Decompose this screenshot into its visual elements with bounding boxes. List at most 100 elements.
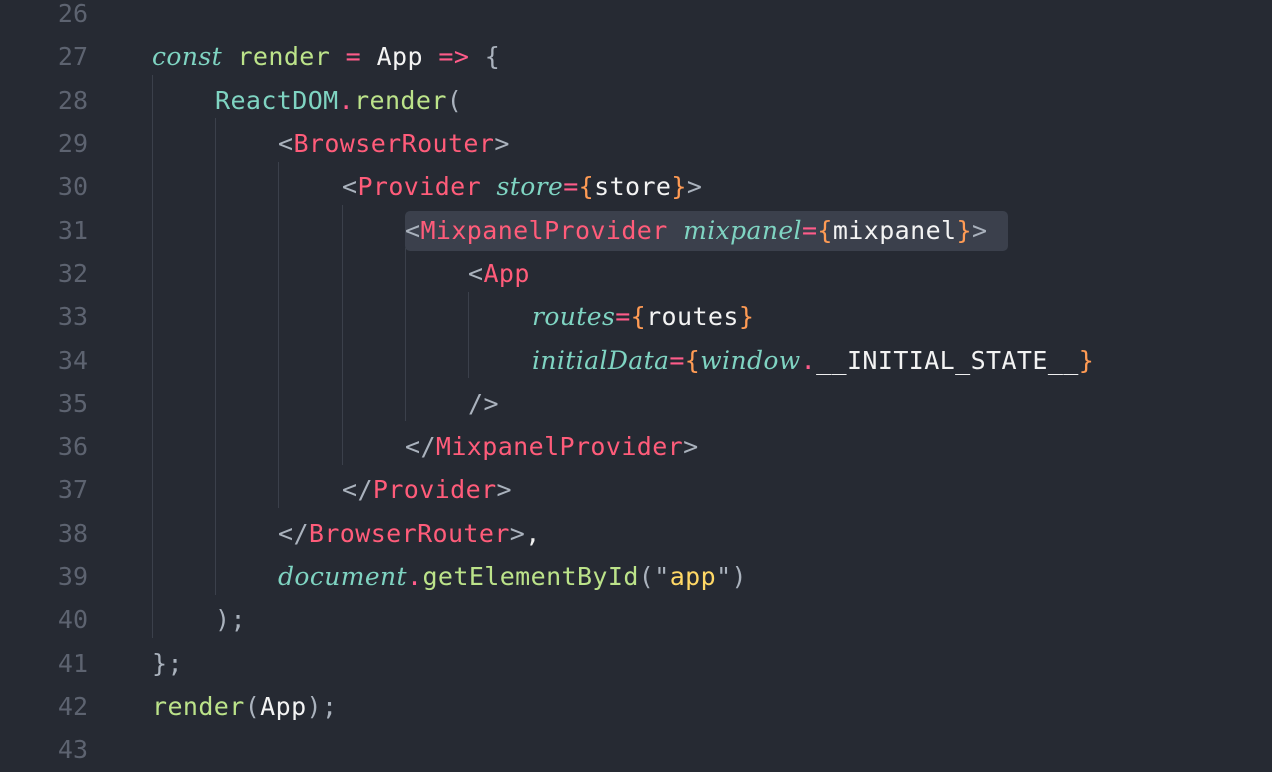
- token-op: =: [345, 42, 362, 72]
- token-brace: {: [630, 302, 647, 332]
- token-var: __INITIAL_STATE__: [816, 345, 1079, 375]
- token-fn: getElementById: [422, 562, 639, 592]
- code-text: </BrowserRouter>,: [278, 519, 541, 549]
- code-line[interactable]: 32 <App: [0, 252, 1272, 295]
- token-punc: (: [638, 562, 655, 592]
- code-line[interactable]: 42 render(App);: [0, 685, 1272, 728]
- token-punc: (: [446, 85, 463, 115]
- token-op: =: [563, 172, 579, 202]
- token-op: =: [669, 345, 685, 375]
- code-line[interactable]: 43: [0, 729, 1272, 772]
- token-punc: >: [494, 129, 510, 159]
- token-op: .: [338, 85, 355, 115]
- code-text: render(App);: [152, 692, 337, 722]
- token-punc: ): [731, 562, 747, 592]
- token-tag: Provider: [357, 172, 482, 202]
- token-var: store: [594, 172, 672, 202]
- token-punc: </: [278, 518, 309, 548]
- line-number: 38: [57, 518, 88, 548]
- token-punc: ": [716, 562, 732, 592]
- code-line[interactable]: 34 initialData={window.__INITIAL_STATE__}: [0, 339, 1272, 382]
- token-punc: ": [654, 562, 670, 592]
- code-line[interactable]: 28 ReactDOM.render(: [0, 79, 1272, 122]
- code-editor[interactable]: 26 27 const render = App => {28 ReactDOM.re…: [0, 0, 1272, 764]
- token-punc: );: [306, 691, 338, 721]
- code-line[interactable]: 33 routes={routes}: [0, 296, 1272, 339]
- code-line[interactable]: 27 const render = App => {: [0, 36, 1272, 79]
- token-str: app: [669, 562, 717, 592]
- code-text: routes={routes}: [532, 302, 754, 332]
- token-punc: {: [484, 42, 501, 72]
- token-punc: (: [244, 691, 261, 721]
- code-text: </Provider>: [342, 475, 512, 505]
- line-number: 37: [57, 475, 88, 505]
- token-brace: }: [1078, 345, 1095, 375]
- token-kw: const: [152, 42, 223, 72]
- token-fn: render: [354, 85, 447, 115]
- token-brace: {: [684, 345, 701, 375]
- code-line[interactable]: 29 <BrowserRouter>: [0, 122, 1272, 165]
- token-op: =: [615, 302, 631, 332]
- token-var: App: [260, 691, 307, 721]
- code-text: <MixpanelProvider mixpanel={mixpanel}>: [405, 216, 987, 246]
- code-text: <Provider store={store}>: [342, 172, 702, 202]
- token-op: .: [800, 345, 817, 375]
- code-line[interactable]: 39 document.getElementById("app"): [0, 555, 1272, 598]
- code-line[interactable]: 40);: [0, 599, 1272, 642]
- token-punc: >: [509, 518, 526, 548]
- token-obj: ReactDOM: [215, 85, 339, 115]
- token-tag: BrowserRouter: [293, 129, 495, 159]
- code-line[interactable]: 41};: [0, 642, 1272, 685]
- line-number: 30: [57, 172, 88, 202]
- line-number: 29: [57, 129, 88, 159]
- code-text: );: [215, 605, 246, 635]
- line-number: 41: [57, 648, 88, 678]
- token-brace: {: [817, 215, 833, 245]
- token-tag: App: [483, 258, 530, 288]
- line-number: 36: [57, 432, 88, 462]
- code-line[interactable]: 26: [0, 0, 1272, 36]
- token-punc: </: [405, 432, 436, 462]
- code-line[interactable]: 31 <MixpanelProvider mixpanel={mixpanel}>: [0, 209, 1272, 252]
- token-punc: <: [278, 129, 294, 159]
- code-line[interactable]: 30 <Provider store={store}>: [0, 166, 1272, 209]
- token-fn: render: [152, 691, 245, 721]
- code-line[interactable]: 36 </MixpanelProvider>: [0, 426, 1272, 469]
- token-brace: {: [578, 172, 595, 202]
- code-line[interactable]: 35 />: [0, 382, 1272, 425]
- token-punc: <: [468, 258, 484, 288]
- token-attr: routes: [532, 302, 616, 332]
- token-brace: }: [671, 172, 687, 202]
- token-var: App: [376, 42, 423, 72]
- token-plain: ,: [525, 518, 541, 548]
- line-number: 31: [57, 215, 88, 245]
- token-punc: >: [971, 215, 988, 245]
- token-punc: <: [342, 172, 358, 202]
- code-text: const render = App => {: [152, 42, 500, 72]
- token-attr: store: [496, 172, 564, 202]
- code-line[interactable]: 38 </BrowserRouter>,: [0, 512, 1272, 555]
- code-text: />: [468, 389, 499, 419]
- code-text: initialData={window.__INITIAL_STATE__}: [532, 346, 1094, 376]
- line-number: 32: [57, 258, 88, 288]
- token-op: .: [407, 562, 423, 592]
- token-punc: >: [686, 172, 703, 202]
- line-number: 39: [57, 562, 88, 592]
- code-text: };: [152, 649, 183, 679]
- token-brace: }: [956, 215, 972, 245]
- line-number: 42: [57, 691, 88, 721]
- token-punc: </: [342, 475, 373, 505]
- code-text: </MixpanelProvider>: [405, 432, 699, 462]
- token-glob: document: [278, 562, 408, 592]
- token-brace: }: [738, 302, 755, 332]
- code-text: document.getElementById("app"): [278, 562, 747, 592]
- code-line[interactable]: 37 </Provider>: [0, 469, 1272, 512]
- line-number: 33: [57, 302, 88, 332]
- token-punc: };: [152, 648, 183, 678]
- token-op: =: [801, 215, 818, 245]
- line-number: 43: [57, 735, 88, 765]
- line-number: 34: [57, 345, 88, 375]
